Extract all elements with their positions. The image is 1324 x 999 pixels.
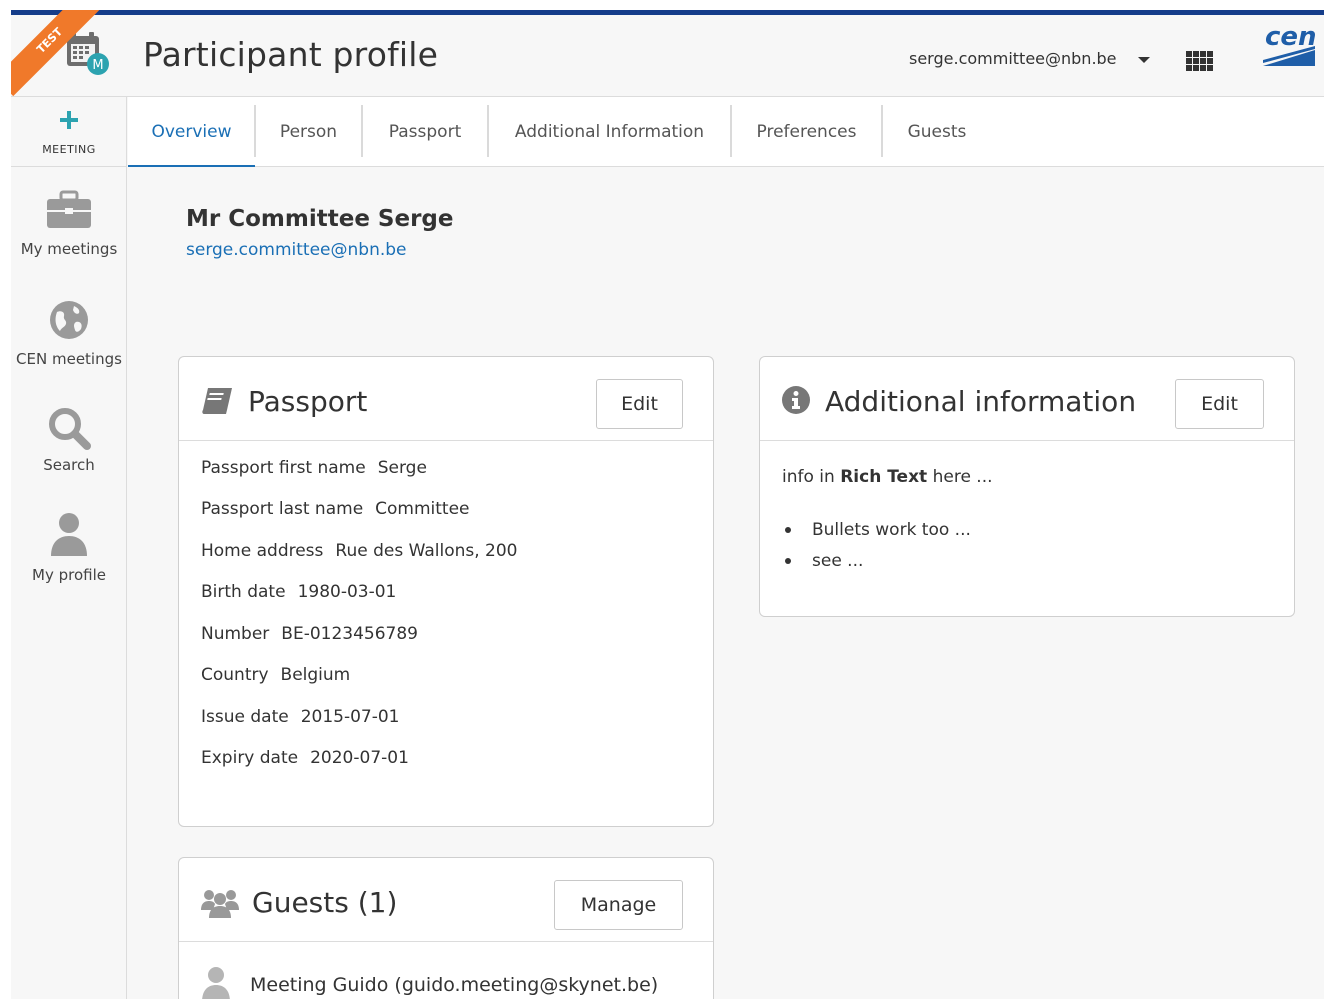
- field-value: BE-0123456789: [281, 624, 418, 644]
- sidebar-item-label: CEN meetings: [16, 350, 122, 368]
- user-icon: [202, 967, 230, 999]
- sidebar-item-label: Search: [43, 456, 95, 474]
- active-tab-indicator: [128, 165, 255, 167]
- edit-additional-information-button[interactable]: Edit: [1175, 379, 1264, 429]
- field-value: Rue des Wallons, 200: [335, 541, 518, 561]
- field-label: Country: [201, 665, 269, 685]
- new-meeting-button[interactable]: MEETING: [11, 97, 127, 167]
- manage-guests-button[interactable]: Manage: [554, 880, 683, 930]
- tab-passport[interactable]: Passport: [362, 105, 488, 159]
- passport-card-header: Passport Edit: [179, 357, 713, 441]
- user-icon: [51, 513, 87, 556]
- rich-text-bullet-list: Bullets work too ... see ...: [782, 517, 971, 579]
- passport-field-home-address: Home address Rue des Wallons, 200: [201, 541, 517, 561]
- users-icon: [201, 890, 239, 918]
- field-label: Issue date: [201, 707, 289, 727]
- field-value: 2015-07-01: [300, 707, 400, 727]
- field-value: Serge: [377, 458, 427, 478]
- tab-overview[interactable]: Overview: [128, 105, 255, 159]
- rich-text-plain: info in: [782, 467, 841, 487]
- additional-information-card-title: Additional information: [825, 385, 1137, 418]
- passport-field-issue-date: Issue date 2015-07-01: [201, 707, 400, 727]
- guests-card: Guests (1) Manage Meeting Guido (guido.m…: [178, 857, 714, 999]
- list-item: Bullets work too ...: [782, 517, 971, 548]
- guest-name: Meeting Guido (guido.meeting@skynet.be): [250, 974, 659, 996]
- new-meeting-label: MEETING: [42, 143, 96, 156]
- cen-logo-text: cen: [1265, 22, 1315, 52]
- sidebar-item-my-meetings[interactable]: My meetings: [11, 190, 127, 258]
- info-icon: [782, 386, 810, 414]
- tab-guests[interactable]: Guests: [882, 105, 992, 159]
- field-label: Passport last name: [201, 499, 364, 519]
- passport-card: Passport Edit Passport first name Serge P…: [178, 356, 714, 827]
- sidebar-item-my-profile[interactable]: My profile: [11, 512, 127, 584]
- guests-card-header: Guests (1) Manage: [179, 858, 713, 942]
- passport-field-birth-date: Birth date 1980-03-01: [201, 582, 396, 602]
- edit-passport-button[interactable]: Edit: [596, 379, 683, 429]
- participant-email-link[interactable]: serge.committee@nbn.be: [186, 240, 407, 260]
- field-value: 1980-03-01: [297, 582, 397, 602]
- sidebar-item-label: My meetings: [20, 240, 118, 258]
- page-title: Participant profile: [143, 35, 439, 74]
- search-icon: [49, 408, 91, 450]
- field-label: Home address: [201, 541, 324, 561]
- chevron-down-icon[interactable]: [1138, 57, 1150, 63]
- cen-logo-icon[interactable]: cen: [1261, 20, 1315, 68]
- field-label: Passport first name: [201, 458, 366, 478]
- field-value: Committee: [375, 499, 470, 519]
- tab-preferences[interactable]: Preferences: [731, 105, 882, 159]
- app-badge-letter: M: [92, 58, 103, 73]
- rich-text-bold: Rich Text: [840, 467, 928, 487]
- sidebar-item-cen-meetings[interactable]: CEN meetings: [11, 300, 127, 368]
- app-logo-area[interactable]: M TEST: [11, 10, 126, 102]
- tab-person[interactable]: Person: [255, 105, 362, 159]
- field-label: Expiry date: [201, 748, 299, 768]
- passport-field-expiry-date: Expiry date 2020-07-01: [201, 748, 409, 768]
- sidebar: MEETING My meetings CEN meetings Search …: [11, 97, 127, 999]
- passport-field-last-name: Passport last name Committee: [201, 499, 470, 519]
- app-window: M TEST Participant profile serge.committ…: [11, 10, 1324, 999]
- passport-field-first-name: Passport first name Serge: [201, 458, 427, 478]
- guests-card-title: Guests (1): [252, 886, 398, 919]
- sidebar-item-label: My profile: [32, 566, 106, 584]
- field-label: Birth date: [201, 582, 286, 602]
- sidebar-item-search[interactable]: Search: [11, 406, 127, 474]
- plus-icon: [60, 111, 78, 129]
- participant-name: Mr Committee Serge: [186, 206, 454, 232]
- field-label: Number: [201, 624, 270, 644]
- field-value: 2020-07-01: [310, 748, 409, 768]
- book-icon: [202, 388, 232, 414]
- passport-field-country: Country Belgium: [201, 665, 350, 685]
- rich-text-plain: here ...: [927, 467, 993, 487]
- field-value: Belgium: [280, 665, 351, 685]
- apps-grid-icon[interactable]: [1186, 51, 1214, 71]
- globe-icon: [50, 301, 88, 339]
- passport-card-title: Passport: [248, 385, 368, 418]
- additional-information-card: Additional information Edit info in Rich…: [759, 356, 1295, 617]
- user-menu[interactable]: serge.committee@nbn.be: [909, 49, 1117, 68]
- header: M TEST Participant profile serge.committ…: [11, 10, 1324, 97]
- tab-additional-information[interactable]: Additional Information: [488, 105, 731, 159]
- list-item: see ...: [782, 548, 971, 579]
- briefcase-icon: [47, 190, 91, 228]
- tab-bar: Overview Person Passport Additional Info…: [128, 97, 1324, 167]
- rich-text-paragraph: info in Rich Text here ...: [782, 467, 993, 487]
- passport-field-number: Number BE-0123456789: [201, 624, 418, 644]
- additional-information-card-header: Additional information Edit: [760, 357, 1294, 441]
